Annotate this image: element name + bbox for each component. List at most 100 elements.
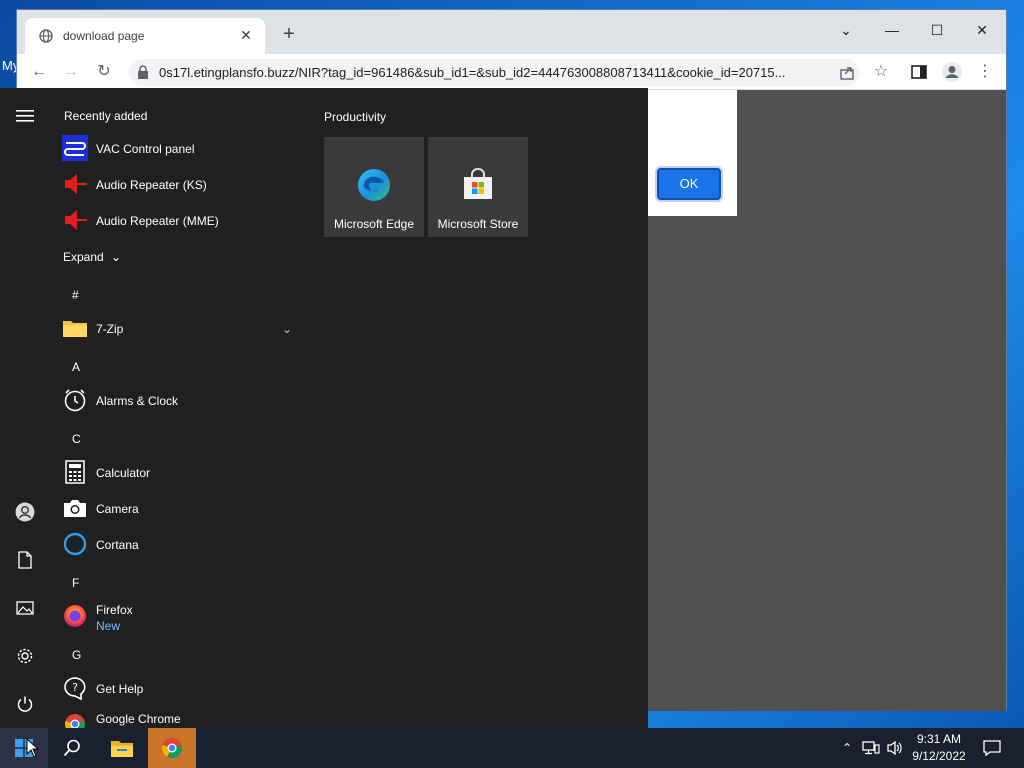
network-icon[interactable] [860, 728, 882, 768]
clock-time: 9:31 AM [916, 732, 962, 746]
bookmark-star-icon[interactable]: ☆ [869, 60, 893, 84]
new-badge: New [96, 619, 121, 633]
chrome-taskbar-button[interactable] [148, 728, 196, 768]
menu-kebab-icon[interactable]: ⋮ [973, 60, 997, 84]
address-bar[interactable]: 0s17l.etingplansfo.buzz/NIR?tag_id=96148… [129, 59, 859, 86]
app-label: 7-Zip [96, 322, 124, 336]
app-cortana[interactable]: Cortana [62, 528, 302, 562]
tile-microsoft-store[interactable]: Microsoft Store [428, 137, 528, 237]
side-panel-icon[interactable] [909, 62, 929, 82]
share-icon[interactable] [837, 63, 857, 83]
letter-header-f[interactable]: F [72, 576, 79, 590]
forward-button[interactable]: → [59, 60, 83, 84]
start-rail [0, 88, 50, 728]
chevron-up-icon[interactable]: ⌃ [838, 728, 856, 768]
camera-icon [62, 495, 88, 521]
app-label: Calculator [96, 466, 151, 480]
power-icon[interactable] [13, 692, 37, 716]
app-label: VAC Control panel [96, 142, 195, 156]
file-explorer-button[interactable] [98, 728, 146, 768]
documents-icon[interactable] [13, 548, 37, 572]
app-label: Audio Repeater (MME) [96, 214, 219, 228]
start-menu: Recently added VAC Control panel Audio R… [0, 88, 648, 728]
alarm-clock-icon [62, 387, 88, 413]
app-get-help[interactable]: ? Get Help [62, 672, 302, 706]
get-help-icon: ? [62, 675, 88, 701]
app-7zip[interactable]: 7-Zip ⌄ [62, 312, 302, 346]
app-vac-control-panel[interactable]: VAC Control panel [62, 132, 302, 166]
app-label: Cortana [96, 538, 139, 552]
settings-gear-icon[interactable] [13, 644, 37, 668]
minimize-button[interactable]: — [875, 16, 909, 44]
chrome-icon [162, 738, 182, 759]
tile-group-title: Productivity [324, 110, 387, 124]
lock-icon[interactable] [136, 65, 150, 80]
reload-button[interactable]: ↻ [92, 60, 116, 84]
profile-icon[interactable] [941, 61, 963, 83]
app-label: Camera [96, 502, 139, 516]
svg-text:?: ? [72, 681, 78, 694]
app-audio-repeater-mme[interactable]: Audio Repeater (MME) [62, 204, 302, 238]
expand-button[interactable]: Expand ⌄ [63, 250, 121, 264]
letter-header-a[interactable]: A [72, 360, 80, 374]
chevron-down-icon[interactable]: ⌄ [282, 322, 292, 336]
close-tab-icon[interactable]: ✕ [237, 26, 255, 44]
app-label: Get Help [96, 682, 144, 696]
mouse-cursor-icon [26, 738, 40, 758]
browser-tab[interactable]: download page ✕ [25, 18, 265, 54]
taskbar: ⌃ 9:31 AM 9/12/2022 [0, 728, 1024, 768]
cortana-icon [62, 531, 88, 557]
search-button[interactable] [48, 728, 96, 768]
system-clock[interactable]: 9:31 AM 9/12/2022 [904, 731, 974, 765]
app-alarms-clock[interactable]: Alarms & Clock [62, 384, 302, 418]
edge-icon [358, 169, 390, 201]
search-icon [63, 739, 80, 757]
calculator-icon [62, 459, 88, 485]
letter-header-hash[interactable]: # [72, 288, 79, 302]
new-tab-button[interactable]: + [279, 24, 299, 44]
file-explorer-icon [111, 741, 133, 757]
maximize-button[interactable]: ☐ [920, 16, 954, 44]
globe-icon [39, 29, 53, 43]
chrome-icon [62, 711, 88, 728]
back-button[interactable]: ← [27, 60, 51, 84]
app-label: Firefox [96, 603, 133, 617]
expand-label: Expand [63, 250, 104, 264]
app-firefox[interactable]: Firefox New [62, 600, 302, 634]
app-camera[interactable]: Camera [62, 492, 302, 526]
app-label: Alarms & Clock [96, 394, 179, 408]
close-window-button[interactable]: ✕ [965, 16, 999, 44]
audio-repeater-icon [62, 207, 88, 233]
vac-control-panel-icon [62, 135, 88, 161]
app-audio-repeater-ks[interactable]: Audio Repeater (KS) [62, 168, 302, 202]
volume-icon[interactable] [884, 728, 906, 768]
browser-toolbar: ← → ↻ 0s17l.etingplansfo.buzz/NIR?tag_id… [17, 54, 1006, 90]
user-account-icon[interactable] [13, 500, 37, 524]
title-bar: download page ✕ + ⌄ — ☐ ✕ [17, 10, 1006, 54]
folder-icon [62, 315, 88, 341]
clock-date: 9/12/2022 [912, 749, 966, 763]
url-text[interactable]: 0s17l.etingplansfo.buzz/NIR?tag_id=96148… [159, 65, 831, 80]
letter-header-g[interactable]: G [72, 648, 81, 662]
letter-header-c[interactable]: C [72, 432, 81, 446]
ok-button[interactable]: OK [657, 168, 721, 200]
app-calculator[interactable]: Calculator [62, 456, 302, 490]
app-label: Google Chrome [96, 712, 181, 726]
start-button[interactable] [0, 728, 48, 768]
notifications-icon[interactable] [980, 728, 1004, 768]
tile-microsoft-edge[interactable]: Microsoft Edge [324, 137, 424, 237]
tab-title: download page [63, 29, 145, 43]
store-bag-icon [464, 168, 492, 199]
all-apps-list: Recently added VAC Control panel Audio R… [50, 88, 310, 728]
audio-repeater-icon [62, 171, 88, 197]
firefox-icon [62, 603, 88, 629]
pictures-icon[interactable] [13, 596, 37, 620]
recently-added-heading: Recently added [64, 109, 148, 123]
chevron-down-icon: ⌄ [111, 250, 122, 264]
app-google-chrome[interactable]: Google Chrome [62, 708, 302, 728]
tile-label: Microsoft Store [437, 217, 519, 231]
tab-search-icon[interactable]: ⌄ [829, 16, 863, 44]
hamburger-menu-icon[interactable] [13, 104, 37, 128]
tile-label: Microsoft Edge [333, 217, 415, 231]
app-label: Audio Repeater (KS) [96, 178, 207, 192]
